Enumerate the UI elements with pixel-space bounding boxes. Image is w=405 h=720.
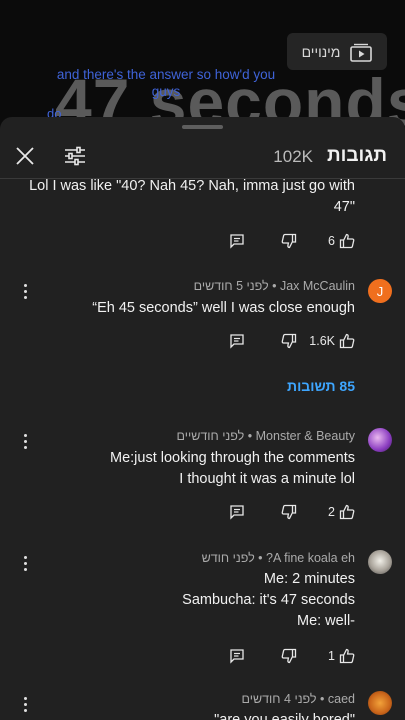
comment-meta: Jax McCaulin • לפני 5 חודשים xyxy=(193,279,355,293)
comment-time: לפני 5 חודשים xyxy=(193,279,269,293)
avatar[interactable] xyxy=(368,550,392,574)
thumbs-up-icon xyxy=(339,504,355,520)
caption-line-1: and there's the answer so how'd you xyxy=(56,67,276,82)
like-count: 6 xyxy=(328,234,335,248)
comment-author[interactable]: Monster & Beauty xyxy=(256,429,355,443)
avatar[interactable] xyxy=(368,691,392,715)
sort-filter-icon[interactable] xyxy=(63,144,87,168)
comment-text-line: Me:just looking through the comments xyxy=(109,450,355,466)
like-count: 1.6K xyxy=(309,334,335,348)
dislike-button[interactable] xyxy=(281,644,297,668)
subscriptions-icon xyxy=(350,43,373,62)
comment-author[interactable]: Jax McCaulin xyxy=(280,279,355,293)
like-button[interactable]: 6 xyxy=(328,229,355,253)
like-button[interactable]: 2 xyxy=(328,500,355,524)
comment-actions: 2 xyxy=(0,500,405,524)
like-count: 1 xyxy=(328,649,335,663)
thumbs-down-icon xyxy=(281,233,297,249)
dislike-button[interactable] xyxy=(281,500,297,524)
comments-title: תגובות xyxy=(326,145,387,166)
thumbs-up-icon xyxy=(339,648,355,664)
comment-actions: 1.6K xyxy=(0,329,405,353)
dislike-button[interactable] xyxy=(281,329,297,353)
comments-sheet: תגובות 102K Lol I was like "40? Nah 45? … xyxy=(0,117,405,720)
reply-comment-icon xyxy=(230,649,244,664)
comment-text-line: “Eh 45 seconds” well I was close enough xyxy=(92,300,355,316)
comment-author[interactable]: caed xyxy=(328,692,355,706)
view-replies-link[interactable]: 85 תשובות xyxy=(287,378,355,394)
like-button[interactable]: 1.6K xyxy=(309,329,355,353)
thumbs-down-icon xyxy=(281,504,297,520)
avatar[interactable]: J xyxy=(368,279,392,303)
caption-line-2: guys xyxy=(151,84,181,99)
dislike-button[interactable] xyxy=(281,229,297,253)
thumbs-down-icon xyxy=(281,333,297,349)
comment-actions: 6 xyxy=(0,229,405,253)
reply-button[interactable] xyxy=(229,229,245,253)
reply-comment-icon xyxy=(230,334,244,349)
reply-button[interactable] xyxy=(229,329,245,353)
reply-button[interactable] xyxy=(229,644,245,668)
comment-meta: caed • לפני 4 חודשים xyxy=(241,692,355,706)
thumbs-up-icon xyxy=(339,333,355,349)
more-vert-icon[interactable] xyxy=(17,694,33,714)
comment-text-line: Lol I was like "40? Nah 45? Nah, imma ju… xyxy=(29,178,355,194)
comment-time: לפני 4 חודשים xyxy=(241,692,317,706)
comment-author[interactable]: A fine koala eh? xyxy=(266,551,355,565)
comment-meta: Monster & Beauty • לפני חודשיים xyxy=(176,429,355,443)
comment-text-line: Me: well- xyxy=(296,613,355,629)
avatar[interactable] xyxy=(368,428,392,452)
drag-handle[interactable] xyxy=(182,125,223,129)
thumbs-down-icon xyxy=(281,648,297,664)
subscriptions-button[interactable]: מינויים xyxy=(287,33,387,70)
reply-button[interactable] xyxy=(229,500,245,524)
more-vert-icon[interactable] xyxy=(17,431,33,451)
more-vert-icon[interactable] xyxy=(17,281,33,301)
video-player[interactable]: 47 seconds and there's the answer so how… xyxy=(0,0,405,130)
reply-comment-icon xyxy=(230,234,244,249)
subscriptions-label: מינויים xyxy=(301,43,341,60)
close-icon[interactable] xyxy=(13,144,37,168)
comments-count: 102K xyxy=(273,147,313,166)
comment-time: לפני חודש xyxy=(201,551,255,565)
comment-actions: 1 xyxy=(0,644,405,668)
comment-text-line: Sambucha: it's 47 seconds xyxy=(182,592,355,608)
comment-time: לפני חודשיים xyxy=(176,429,245,443)
comment-text-line: Me: 2 minutes xyxy=(263,571,355,587)
more-vert-icon[interactable] xyxy=(17,553,33,573)
comment-meta: A fine koala eh? • לפני חודש xyxy=(201,551,355,565)
reply-comment-icon xyxy=(230,505,244,520)
comment-text-line: I thought it was a minute lol xyxy=(179,471,355,487)
video-caption: and there's the answer so how'd you guys xyxy=(46,66,286,100)
like-count: 2 xyxy=(328,505,335,519)
comments-header: תגובות 102K xyxy=(0,135,405,179)
like-button[interactable]: 1 xyxy=(328,644,355,668)
comment-text-line: 47" xyxy=(333,199,355,215)
comment-text-line: "are you easily bored" xyxy=(214,712,355,720)
thumbs-up-icon xyxy=(339,233,355,249)
